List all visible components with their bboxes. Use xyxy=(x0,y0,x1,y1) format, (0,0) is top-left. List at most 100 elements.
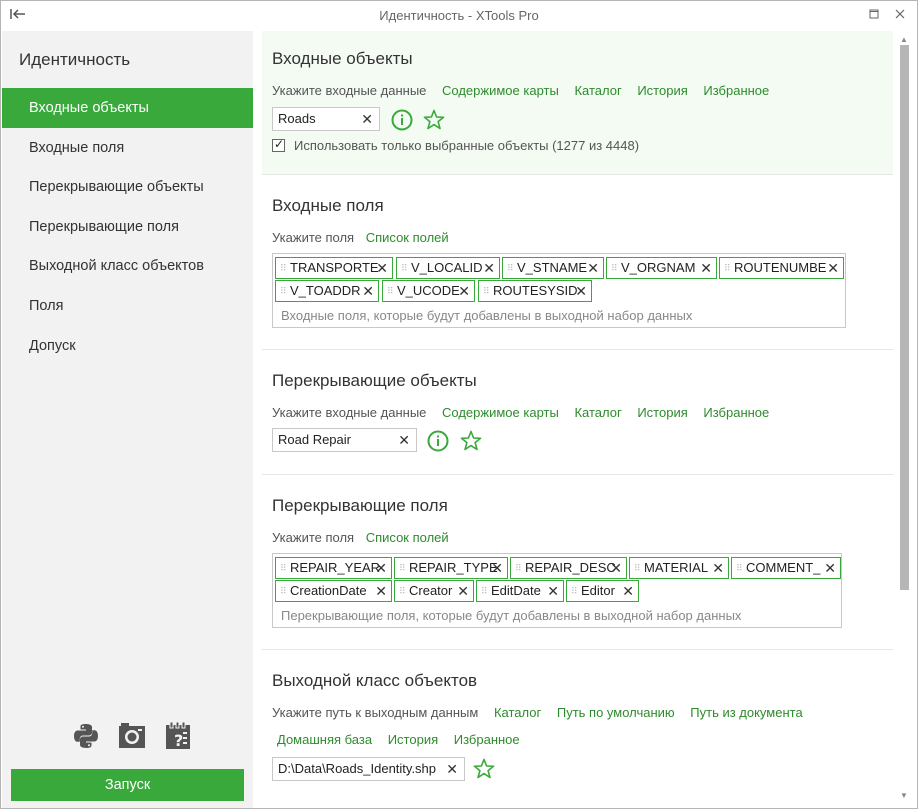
window-title: Идентичность - XTools Pro xyxy=(379,8,539,23)
run-button[interactable]: Запуск xyxy=(11,769,244,801)
star-icon[interactable] xyxy=(473,758,495,780)
field-tag[interactable]: ⠿ REPAIR_YEAR ✕ xyxy=(275,557,392,579)
clear-icon[interactable]: ✕ xyxy=(398,429,410,451)
tagbox-placeholder: Входные поля, которые будут добавлены в … xyxy=(281,308,693,323)
sidebar: Идентичность Входные объекты Входные пол… xyxy=(2,31,253,808)
remove-icon[interactable]: ✕ xyxy=(610,558,622,578)
sidebar-item-overlay-features[interactable]: Перекрывающие объекты xyxy=(2,167,253,207)
sidebar-item-tolerance[interactable]: Допуск xyxy=(2,326,253,366)
overlay-features-field[interactable]: Road Repair ✕ xyxy=(272,428,417,452)
output-section: Выходной класс объектов Укажите путь к в… xyxy=(262,650,893,808)
history-link[interactable]: История xyxy=(637,83,687,98)
camera-icon[interactable] xyxy=(117,721,149,753)
sidebar-heading: Идентичность xyxy=(19,50,131,69)
sidebar-item-input-fields[interactable]: Входные поля xyxy=(2,128,253,168)
remove-icon[interactable]: ✕ xyxy=(622,581,634,601)
document-path-link[interactable]: Путь из документа xyxy=(690,705,802,720)
section-title: Перекрывающие объекты xyxy=(272,371,477,390)
field-value: D:\Data\Roads_Identity.shp xyxy=(278,761,437,776)
default-path-link[interactable]: Путь по умолчанию xyxy=(557,705,675,720)
prompt-label: Укажите путь к выходным данным xyxy=(272,705,479,720)
main-panel: Входные объекты Укажите входные данные С… xyxy=(254,31,894,808)
catalog-link[interactable]: Каталог xyxy=(574,405,621,420)
python-icon[interactable] xyxy=(71,721,103,753)
remove-icon[interactable]: ✕ xyxy=(362,281,374,301)
remove-icon[interactable]: ✕ xyxy=(700,258,712,278)
remove-icon[interactable]: ✕ xyxy=(587,258,599,278)
input-features-field[interactable]: Roads ✕ xyxy=(272,107,380,131)
field-tag[interactable]: ⠿ Creator ✕ xyxy=(394,580,474,602)
field-tag[interactable]: ⠿ REPAIR_TYPE ✕ xyxy=(394,557,508,579)
favorites-link[interactable]: Избранное xyxy=(454,732,520,747)
remove-icon[interactable]: ✕ xyxy=(827,258,839,278)
history-link[interactable]: История xyxy=(388,732,438,747)
info-icon[interactable] xyxy=(427,430,449,452)
remove-icon[interactable]: ✕ xyxy=(375,581,387,601)
star-icon[interactable] xyxy=(423,109,445,131)
input-fields-tagbox[interactable]: ⠿ TRANSPORTE ✕ ⠿ V_LOCALID ✕ ⠿ V_STNAME ✕ ⠿ V_O… xyxy=(272,253,846,328)
checkbox-label: Использовать только выбранные объекты (1… xyxy=(294,138,640,153)
history-link[interactable]: История xyxy=(637,405,687,420)
field-value: Road Repair xyxy=(278,432,351,447)
maximize-icon[interactable] xyxy=(865,6,883,24)
field-list-link[interactable]: Список полей xyxy=(366,230,449,245)
catalog-link[interactable]: Каталог xyxy=(494,705,541,720)
field-tag[interactable]: ⠿ V_LOCALID ✕ xyxy=(396,257,500,279)
field-tag[interactable]: ⠿ V_ORGNAM ✕ xyxy=(606,257,717,279)
field-tag[interactable]: ⠿ V_TOADDR ✕ xyxy=(275,280,379,302)
tool-icons: ? xyxy=(71,721,201,753)
field-value: Roads xyxy=(278,111,316,126)
section-title: Перекрывающие поля xyxy=(272,496,448,515)
favorites-link[interactable]: Избранное xyxy=(703,83,769,98)
field-tag[interactable]: ⠿ V_UCODE ✕ xyxy=(382,280,475,302)
remove-icon[interactable]: ✕ xyxy=(712,558,724,578)
clear-icon[interactable]: ✕ xyxy=(361,108,373,130)
sidebar-item-input-features[interactable]: Входные объекты xyxy=(2,88,253,128)
field-tag[interactable]: ⠿ REPAIR_DESC ✕ xyxy=(510,557,627,579)
sidebar-item-overlay-fields[interactable]: Перекрывающие поля xyxy=(2,207,253,247)
remove-icon[interactable]: ✕ xyxy=(824,558,836,578)
remove-icon[interactable]: ✕ xyxy=(458,281,470,301)
fields-links-row: Укажите поля Список полей xyxy=(272,530,461,545)
scroll-down-icon[interactable]: ▼ xyxy=(900,791,908,800)
input-features-section: Входные объекты Укажите входные данные С… xyxy=(262,31,893,174)
catalog-link[interactable]: Каталог xyxy=(574,83,621,98)
use-selected-checkbox[interactable]: ✓ xyxy=(272,137,285,152)
input-fields-section: Входные поля Укажите поля Список полей ⠿… xyxy=(262,175,893,350)
field-tag[interactable]: ⠿ CreationDate ✕ xyxy=(275,580,392,602)
vertical-scrollbar[interactable]: ▲ ▼ xyxy=(894,31,917,808)
remove-icon[interactable]: ✕ xyxy=(575,281,587,301)
sidebar-item-fields[interactable]: Поля xyxy=(2,286,253,326)
remove-icon[interactable]: ✕ xyxy=(457,581,469,601)
help-document-icon[interactable]: ? xyxy=(163,721,195,753)
remove-icon[interactable]: ✕ xyxy=(491,558,503,578)
field-tag[interactable]: ⠿ V_STNAME ✕ xyxy=(502,257,604,279)
field-list-link[interactable]: Список полей xyxy=(366,530,449,545)
field-tag[interactable]: ⠿ TRANSPORTE ✕ xyxy=(275,257,393,279)
sidebar-item-output-class[interactable]: Выходной класс объектов xyxy=(2,246,253,286)
field-tag[interactable]: ⠿ Editor ✕ xyxy=(566,580,639,602)
remove-icon[interactable]: ✕ xyxy=(375,558,387,578)
field-tag[interactable]: ⠿ ROUTESYSID ✕ xyxy=(478,280,592,302)
star-icon[interactable] xyxy=(460,430,482,452)
field-tag[interactable]: ⠿ EditDate ✕ xyxy=(476,580,564,602)
scroll-up-icon[interactable]: ▲ xyxy=(900,35,908,44)
use-selected-checkbox-row[interactable]: ✓ Использовать только выбранные объекты … xyxy=(272,137,640,153)
field-tag[interactable]: ⠿ MATERIAL ✕ xyxy=(629,557,729,579)
favorites-link[interactable]: Избранное xyxy=(703,405,769,420)
output-path-field[interactable]: D:\Data\Roads_Identity.shp ✕ xyxy=(272,757,465,781)
source-links-row: Укажите входные данные Содержимое карты … xyxy=(272,405,781,420)
clear-icon[interactable]: ✕ xyxy=(446,758,458,780)
remove-icon[interactable]: ✕ xyxy=(483,258,495,278)
field-tag[interactable]: ⠿ COMMENT_ ✕ xyxy=(731,557,841,579)
map-contents-link[interactable]: Содержимое карты xyxy=(442,83,559,98)
remove-icon[interactable]: ✕ xyxy=(376,258,388,278)
close-icon[interactable] xyxy=(891,6,909,24)
scrollbar-thumb[interactable] xyxy=(900,45,909,590)
overlay-fields-tagbox[interactable]: ⠿ REPAIR_YEAR ✕ ⠿ REPAIR_TYPE ✕ ⠿ REPAIR_DESC… xyxy=(272,553,842,628)
field-tag[interactable]: ⠿ ROUTENUMBE ✕ xyxy=(719,257,844,279)
info-icon[interactable] xyxy=(391,109,413,131)
home-geodatabase-link[interactable]: Домашняя база xyxy=(277,732,372,747)
map-contents-link[interactable]: Содержимое карты xyxy=(442,405,559,420)
remove-icon[interactable]: ✕ xyxy=(547,581,559,601)
